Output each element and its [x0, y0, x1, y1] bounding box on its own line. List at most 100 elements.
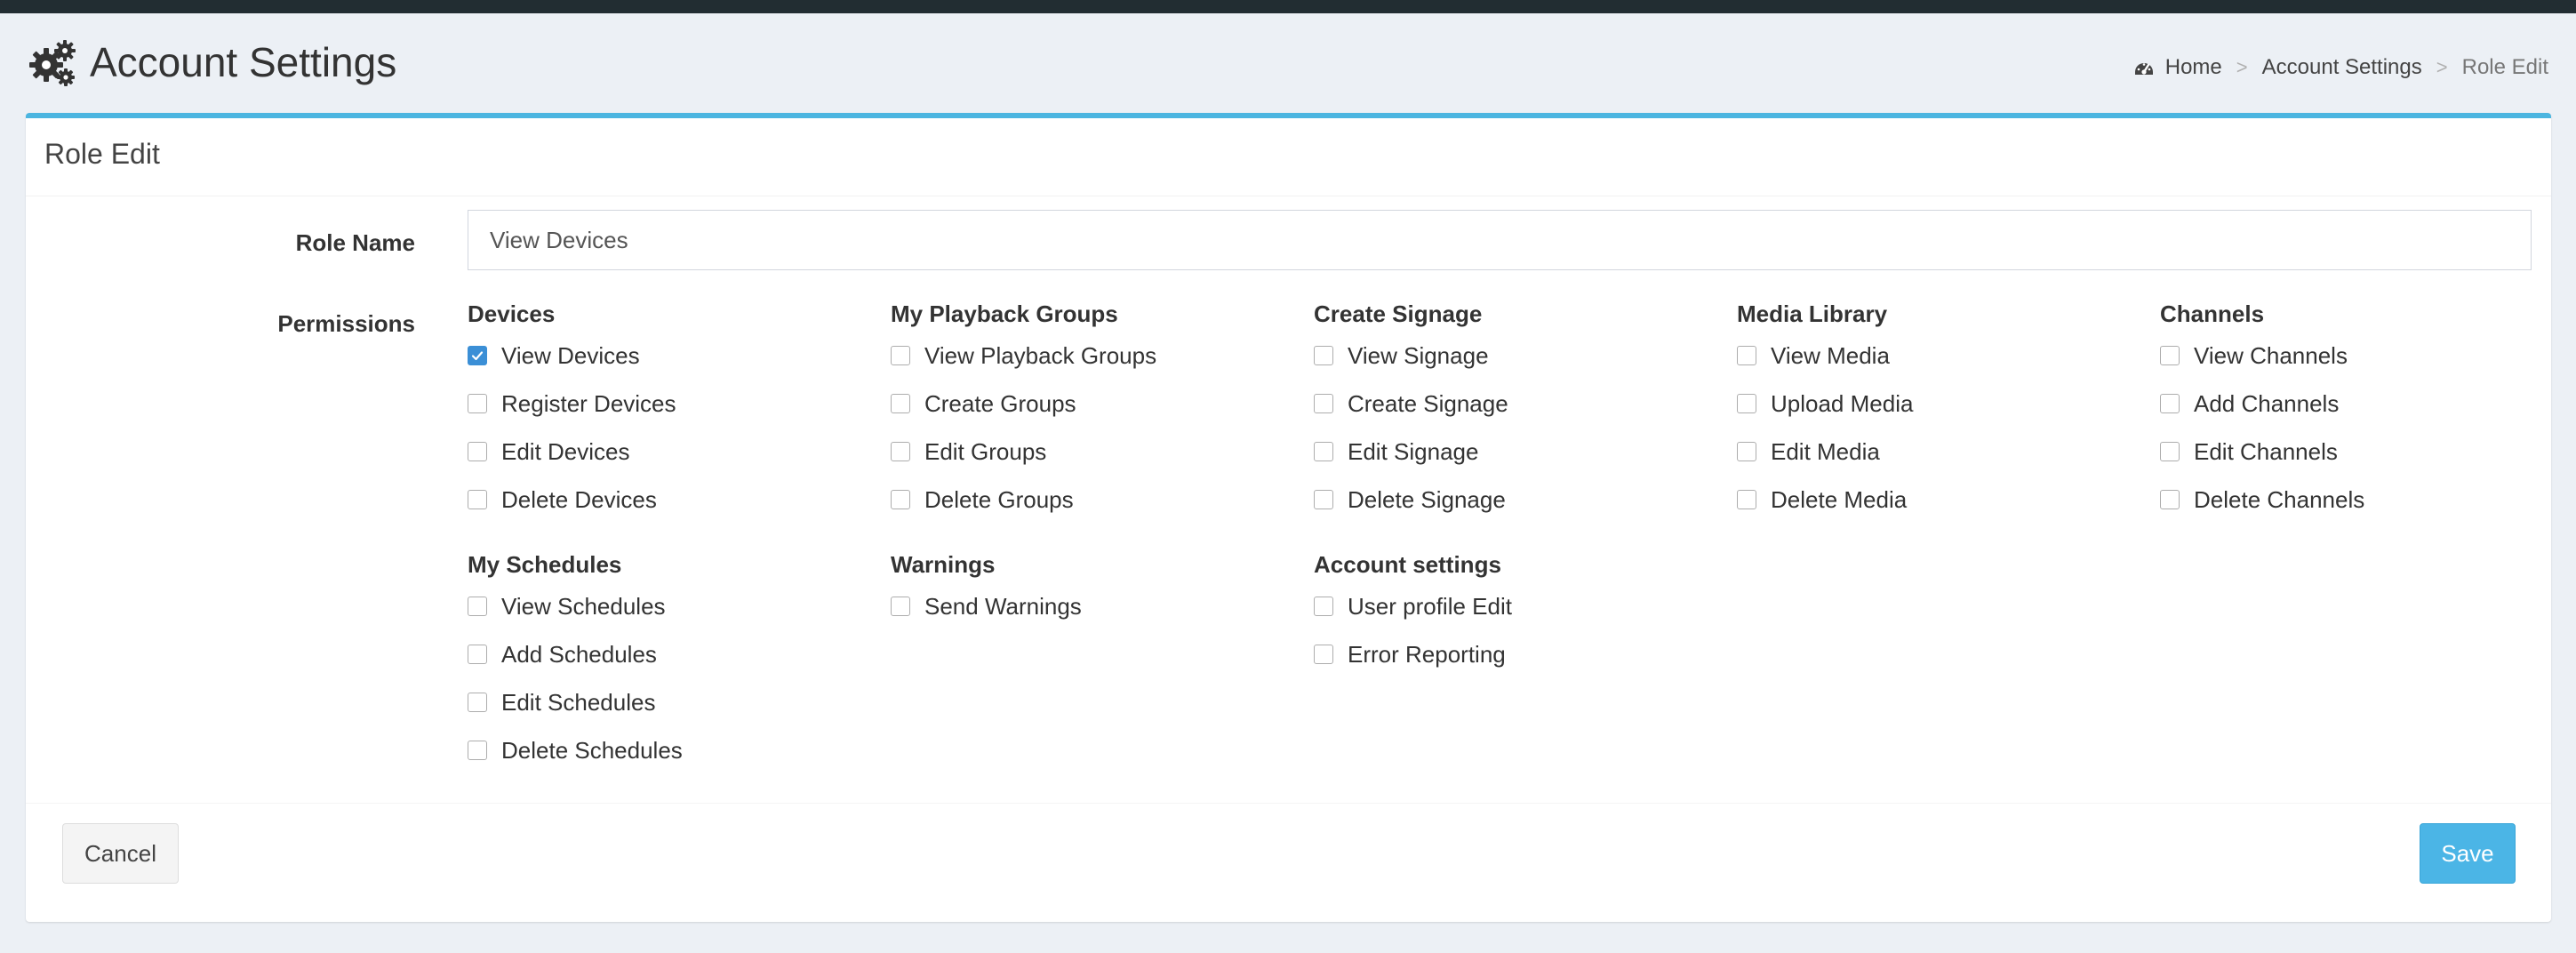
- permission-item-label: Send Warnings: [924, 592, 1082, 620]
- page-header: Account Settings Home > Account Settings…: [0, 13, 2576, 113]
- role-name-row: Role Name: [26, 210, 2551, 272]
- permission-item-label: User profile Edit: [1348, 592, 1512, 620]
- role-edit-box: Role Edit Role Name Permissions Devices V…: [26, 113, 2551, 922]
- breadcrumb-account-settings-label: Account Settings: [2261, 55, 2422, 79]
- permission-group-title: Create Signage: [1314, 300, 1483, 327]
- checkbox-view-schedules[interactable]: [468, 597, 487, 616]
- permissions-label: Permissions: [277, 310, 415, 337]
- checkbox-view-devices[interactable]: [468, 346, 487, 365]
- permission-item-view-signage[interactable]: View Signage: [1314, 332, 1737, 380]
- permission-group-devices: Devices View Devices Register Devices Edit …: [468, 296, 891, 527]
- permission-item-edit-schedules[interactable]: Edit Schedules: [468, 678, 891, 726]
- permission-item-add-channels[interactable]: Add Channels: [2160, 380, 2576, 428]
- permission-item-view-playback-groups[interactable]: View Playback Groups: [891, 332, 1314, 380]
- checkbox-view-media[interactable]: [1737, 346, 1756, 365]
- checkmark-icon: [471, 351, 484, 361]
- checkbox-register-devices[interactable]: [468, 394, 487, 413]
- permission-group-account-settings: Account settings User profile Edit Error R…: [1314, 547, 1737, 778]
- role-name-input[interactable]: [468, 210, 2532, 270]
- checkbox-view-signage[interactable]: [1314, 346, 1333, 365]
- cancel-button[interactable]: Cancel: [62, 823, 179, 884]
- permission-item-edit-media[interactable]: Edit Media: [1737, 428, 2160, 476]
- permission-item-label: Edit Signage: [1348, 437, 1479, 465]
- permission-group-title: Channels: [2160, 300, 2265, 327]
- permission-group-my-schedules: My Schedules View Schedules Add Schedules E…: [468, 547, 891, 778]
- checkbox-add-channels[interactable]: [2160, 394, 2180, 413]
- permission-item-send-warnings[interactable]: Send Warnings: [891, 582, 1314, 630]
- permission-item-label: Error Reporting: [1348, 640, 1506, 668]
- permission-item-add-schedules[interactable]: Add Schedules: [468, 630, 891, 678]
- permission-item-label: Delete Channels: [2194, 485, 2365, 513]
- breadcrumb-separator: >: [2236, 56, 2248, 78]
- permission-item-label: View Signage: [1348, 341, 1489, 369]
- permission-item-label: Add Channels: [2194, 389, 2340, 417]
- permission-item-label: Edit Media: [1771, 437, 1880, 465]
- permission-group-my-playback-groups: My Playback Groups View Playback Groups Cr…: [891, 296, 1314, 527]
- permission-item-create-signage[interactable]: Create Signage: [1314, 380, 1737, 428]
- checkbox-delete-media[interactable]: [1737, 490, 1756, 509]
- checkbox-edit-channels[interactable]: [2160, 442, 2180, 461]
- permission-item-register-devices[interactable]: Register Devices: [468, 380, 891, 428]
- permission-item-label: Delete Devices: [501, 485, 657, 513]
- permission-item-edit-signage[interactable]: Edit Signage: [1314, 428, 1737, 476]
- checkbox-error-reporting[interactable]: [1314, 645, 1333, 664]
- permission-item-delete-signage[interactable]: Delete Signage: [1314, 476, 1737, 524]
- permission-item-label: Upload Media: [1771, 389, 1914, 417]
- box-footer: Cancel Save: [26, 803, 2551, 922]
- checkbox-delete-channels[interactable]: [2160, 490, 2180, 509]
- checkbox-user-profile-edit[interactable]: [1314, 597, 1333, 616]
- permission-item-view-schedules[interactable]: View Schedules: [468, 582, 891, 630]
- checkbox-view-playback-groups[interactable]: [891, 346, 910, 365]
- breadcrumb-home-link[interactable]: Home: [2133, 55, 2222, 80]
- permission-item-create-groups[interactable]: Create Groups: [891, 380, 1314, 428]
- breadcrumb-separator: >: [2436, 56, 2448, 78]
- checkbox-edit-media[interactable]: [1737, 442, 1756, 461]
- permission-item-delete-devices[interactable]: Delete Devices: [468, 476, 891, 524]
- checkbox-edit-groups[interactable]: [891, 442, 910, 461]
- checkbox-delete-groups[interactable]: [891, 490, 910, 509]
- breadcrumb-current: Role Edit: [2461, 55, 2548, 79]
- checkbox-delete-devices[interactable]: [468, 490, 487, 509]
- permission-item-delete-media[interactable]: Delete Media: [1737, 476, 2160, 524]
- permission-item-label: Add Schedules: [501, 640, 657, 668]
- dashboard-icon: [2133, 57, 2155, 78]
- breadcrumb: Home > Account Settings > Role Edit: [2133, 55, 2548, 80]
- permission-item-label: Create Signage: [1348, 389, 1508, 417]
- gears-icon: [29, 38, 77, 86]
- checkbox-upload-media[interactable]: [1737, 394, 1756, 413]
- permission-item-edit-channels[interactable]: Edit Channels: [2160, 428, 2576, 476]
- permission-item-label: Register Devices: [501, 389, 676, 417]
- permission-item-view-devices[interactable]: View Devices: [468, 332, 891, 380]
- permission-item-upload-media[interactable]: Upload Media: [1737, 380, 2160, 428]
- page-title-text: Account Settings: [90, 39, 397, 85]
- checkbox-create-groups[interactable]: [891, 394, 910, 413]
- checkbox-delete-schedules[interactable]: [468, 741, 487, 760]
- role-name-label: Role Name: [295, 229, 415, 256]
- permission-item-label: Delete Signage: [1348, 485, 1506, 513]
- permission-item-label: View Schedules: [501, 592, 666, 620]
- permission-item-edit-groups[interactable]: Edit Groups: [891, 428, 1314, 476]
- breadcrumb-account-settings-link[interactable]: Account Settings: [2262, 55, 2422, 80]
- permission-item-label: Edit Devices: [501, 437, 630, 465]
- permission-item-delete-schedules[interactable]: Delete Schedules: [468, 726, 891, 774]
- checkbox-send-warnings[interactable]: [891, 597, 910, 616]
- permission-item-view-media[interactable]: View Media: [1737, 332, 2160, 380]
- checkbox-add-schedules[interactable]: [468, 645, 487, 664]
- checkbox-edit-schedules[interactable]: [468, 693, 487, 712]
- save-button[interactable]: Save: [2420, 823, 2516, 884]
- permission-group-title: Account settings: [1314, 551, 1501, 578]
- permission-item-view-channels[interactable]: View Channels: [2160, 332, 2576, 380]
- checkbox-delete-signage[interactable]: [1314, 490, 1333, 509]
- permission-item-delete-groups[interactable]: Delete Groups: [891, 476, 1314, 524]
- checkbox-create-signage[interactable]: [1314, 394, 1333, 413]
- permission-item-label: View Channels: [2194, 341, 2348, 369]
- permission-group-title: My Playback Groups: [891, 300, 1118, 327]
- permission-item-delete-channels[interactable]: Delete Channels: [2160, 476, 2576, 524]
- checkbox-edit-devices[interactable]: [468, 442, 487, 461]
- permission-item-error-reporting[interactable]: Error Reporting: [1314, 630, 1737, 678]
- permission-item-user-profile-edit[interactable]: User profile Edit: [1314, 582, 1737, 630]
- checkbox-edit-signage[interactable]: [1314, 442, 1333, 461]
- permission-item-label: Edit Groups: [924, 437, 1047, 465]
- checkbox-view-channels[interactable]: [2160, 346, 2180, 365]
- permission-item-edit-devices[interactable]: Edit Devices: [468, 428, 891, 476]
